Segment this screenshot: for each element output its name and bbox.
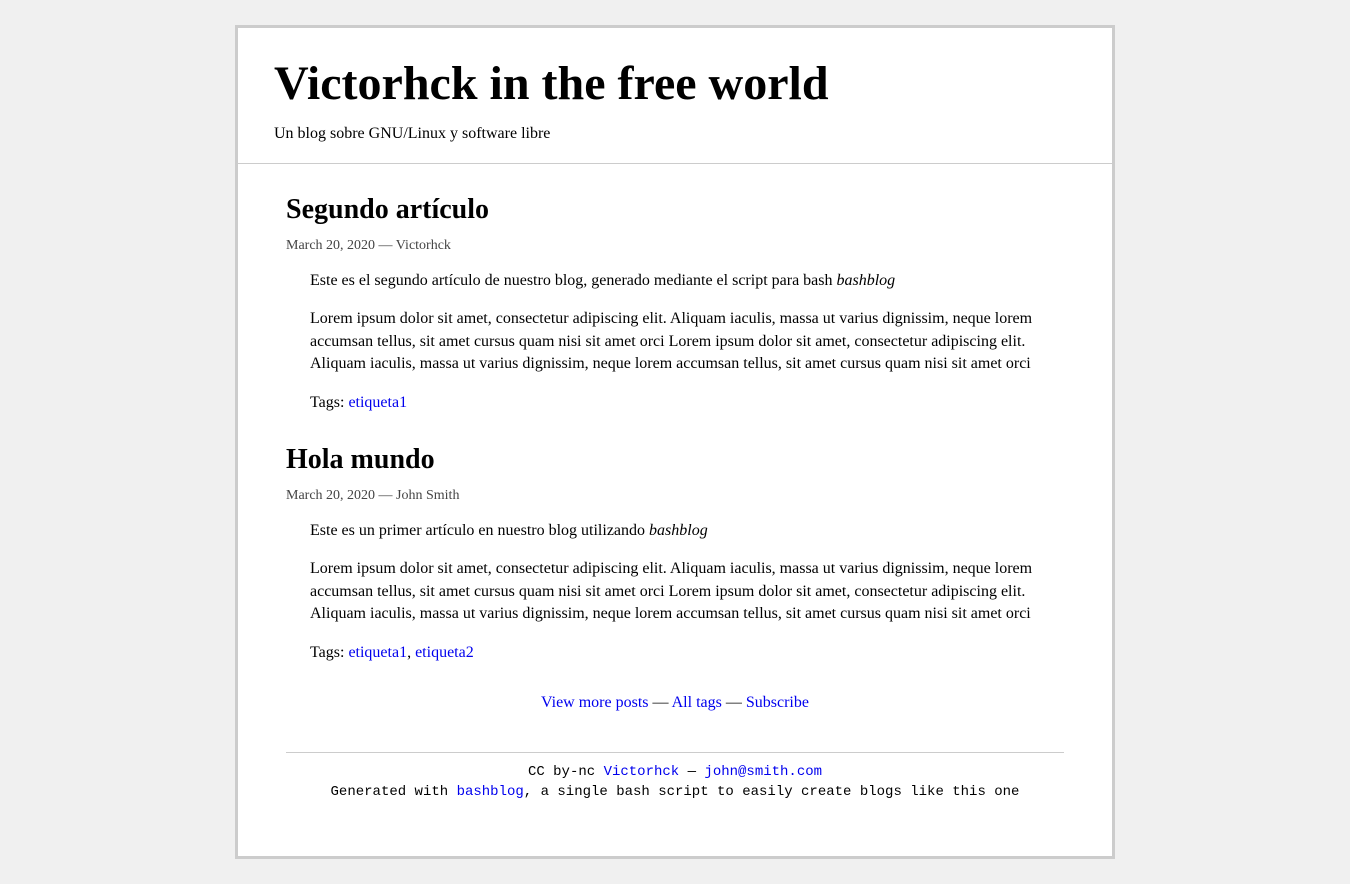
subscribe-link[interactable]: Subscribe	[746, 694, 809, 711]
nav-links: View more posts — All tags — Subscribe	[286, 694, 1064, 712]
footer-gen-suffix: , a single bash script to easily create …	[524, 784, 1020, 800]
post-intro-em: bashblog	[649, 522, 708, 539]
tag-link[interactable]: etiqueta1	[348, 394, 407, 411]
nav-separator: —	[649, 694, 672, 711]
post-meta: March 20, 2020 — Victorhck	[286, 238, 1064, 254]
view-more-link[interactable]: View more posts	[541, 694, 648, 711]
post-intro: Este es un primer artículo en nuestro bl…	[310, 520, 1064, 542]
post-body: Este es un primer artículo en nuestro bl…	[310, 520, 1064, 664]
footer-divider	[286, 752, 1064, 753]
footer-cc: CC by-nc	[528, 764, 604, 780]
post-tags: Tags: etiqueta1	[310, 392, 1064, 414]
post-tags: Tags: etiqueta1, etiqueta2	[310, 642, 1064, 664]
footer-gen-prefix: Generated with	[331, 784, 457, 800]
post-paragraph: Lorem ipsum dolor sit amet, consectetur …	[310, 308, 1064, 375]
all-tags-link[interactable]: All tags	[672, 694, 722, 711]
footer-separator: —	[679, 764, 704, 780]
footer-author-link[interactable]: Victorhck	[604, 764, 680, 780]
post: Segundo artículo March 20, 2020 — Victor…	[286, 194, 1064, 414]
site-subtitle: Un blog sobre GNU/Linux y software libre	[274, 125, 1076, 143]
post-body: Este es el segundo artículo de nuestro b…	[310, 270, 1064, 414]
post-title[interactable]: Segundo artículo	[286, 194, 1064, 226]
post-title-link[interactable]: Hola mundo	[286, 444, 435, 475]
post-intro-text: Este es un primer artículo en nuestro bl…	[310, 522, 649, 539]
post-intro-em: bashblog	[837, 272, 896, 289]
post-intro-text: Este es el segundo artículo de nuestro b…	[310, 272, 837, 289]
post-intro: Este es el segundo artículo de nuestro b…	[310, 270, 1064, 292]
post-paragraph: Lorem ipsum dolor sit amet, consectetur …	[310, 558, 1064, 625]
site-header: Victorhck in the free world Un blog sobr…	[238, 28, 1112, 164]
site-title: Victorhck in the free world	[274, 56, 1076, 111]
post-meta: March 20, 2020 — John Smith	[286, 488, 1064, 504]
footer-line-1: CC by-nc Victorhck — john@smith.com	[286, 763, 1064, 783]
page-wrapper: Victorhck in the free world Un blog sobr…	[235, 25, 1115, 859]
post: Hola mundo March 20, 2020 — John Smith E…	[286, 444, 1064, 664]
footer-line-2: Generated with bashblog, a single bash s…	[286, 783, 1064, 803]
nav-separator: —	[722, 694, 746, 711]
tag-separator: ,	[407, 644, 415, 661]
main-content: Segundo artículo March 20, 2020 — Victor…	[238, 164, 1112, 856]
tag-link[interactable]: etiqueta1	[348, 644, 407, 661]
post-title[interactable]: Hola mundo	[286, 444, 1064, 476]
tags-label: Tags:	[310, 644, 348, 661]
tag-link[interactable]: etiqueta2	[415, 644, 474, 661]
tags-label: Tags:	[310, 394, 348, 411]
footer-email-link[interactable]: john@smith.com	[704, 764, 822, 780]
site-footer: CC by-nc Victorhck — john@smith.com Gene…	[286, 763, 1064, 826]
post-title-link[interactable]: Segundo artículo	[286, 194, 489, 225]
footer-bashblog-link[interactable]: bashblog	[457, 784, 524, 800]
